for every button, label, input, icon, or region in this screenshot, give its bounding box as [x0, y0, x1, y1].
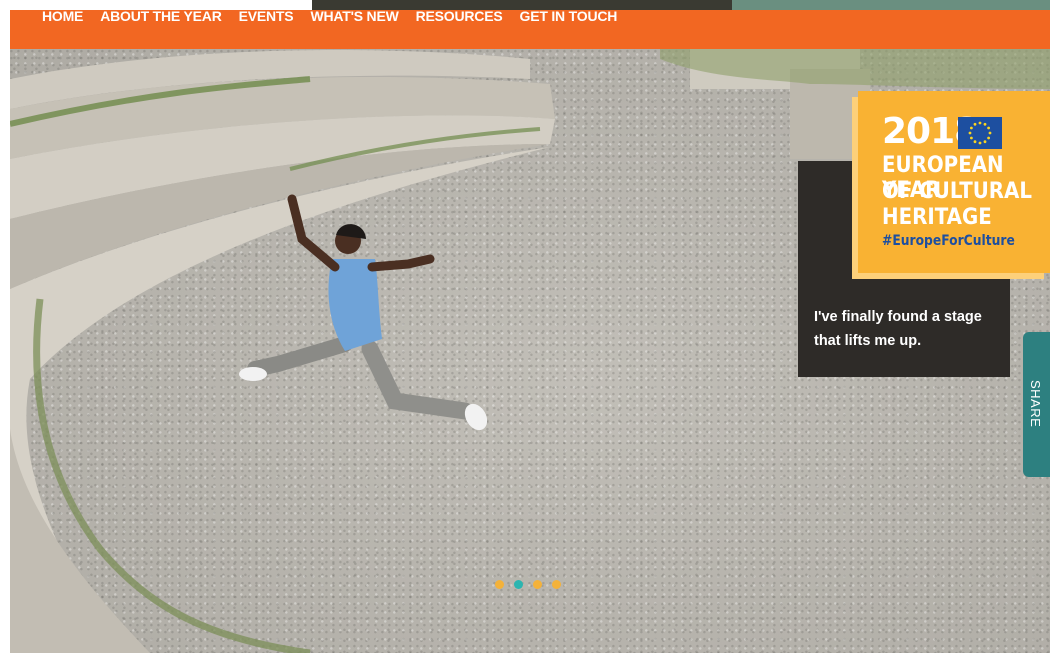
nav-item-get-in-touch[interactable]: GET IN TOUCH [520, 7, 618, 25]
nav-item-about-the-year[interactable]: ABOUT THE YEAR [100, 7, 222, 25]
slider-dot-2[interactable] [514, 580, 523, 589]
share-tab[interactable]: SHARE [1023, 332, 1050, 477]
nav-item-events[interactable]: EVENTS [239, 7, 294, 25]
nav-item-whats-new[interactable]: WHAT'S NEW [310, 7, 398, 25]
slider-dot-1[interactable] [495, 580, 504, 589]
eych-2018-logo: 2018 EUROPEAN YEAR OF CULTURAL HERITAGE … [858, 91, 1050, 273]
eu-flag-icon [958, 117, 1002, 149]
slider-dot-3[interactable] [533, 580, 542, 589]
logo-hashtag: #EuropeForCulture [882, 233, 1015, 249]
share-label: SHARE [1028, 380, 1043, 428]
dancer-figure [239, 194, 488, 431]
nav-item-resources[interactable]: RESOURCES [416, 7, 503, 25]
slide-quote: I've finally found a stage that lifts me… [814, 309, 982, 349]
top-strip-image-right [732, 0, 1050, 10]
nav-item-home[interactable]: HOME [42, 7, 83, 25]
slider-dot-4[interactable] [552, 580, 561, 589]
nav-list: HOME ABOUT THE YEAR EVENTS WHAT'S NEW RE… [42, 7, 634, 25]
slider-dots [495, 580, 571, 589]
hero-slide: I've finally found a stage that lifts me… [10, 49, 1050, 653]
main-nav: HOME ABOUT THE YEAR EVENTS WHAT'S NEW RE… [10, 7, 1050, 49]
logo-line-3: HERITAGE [882, 205, 992, 230]
logo-line-2: OF CULTURAL [882, 179, 1032, 204]
